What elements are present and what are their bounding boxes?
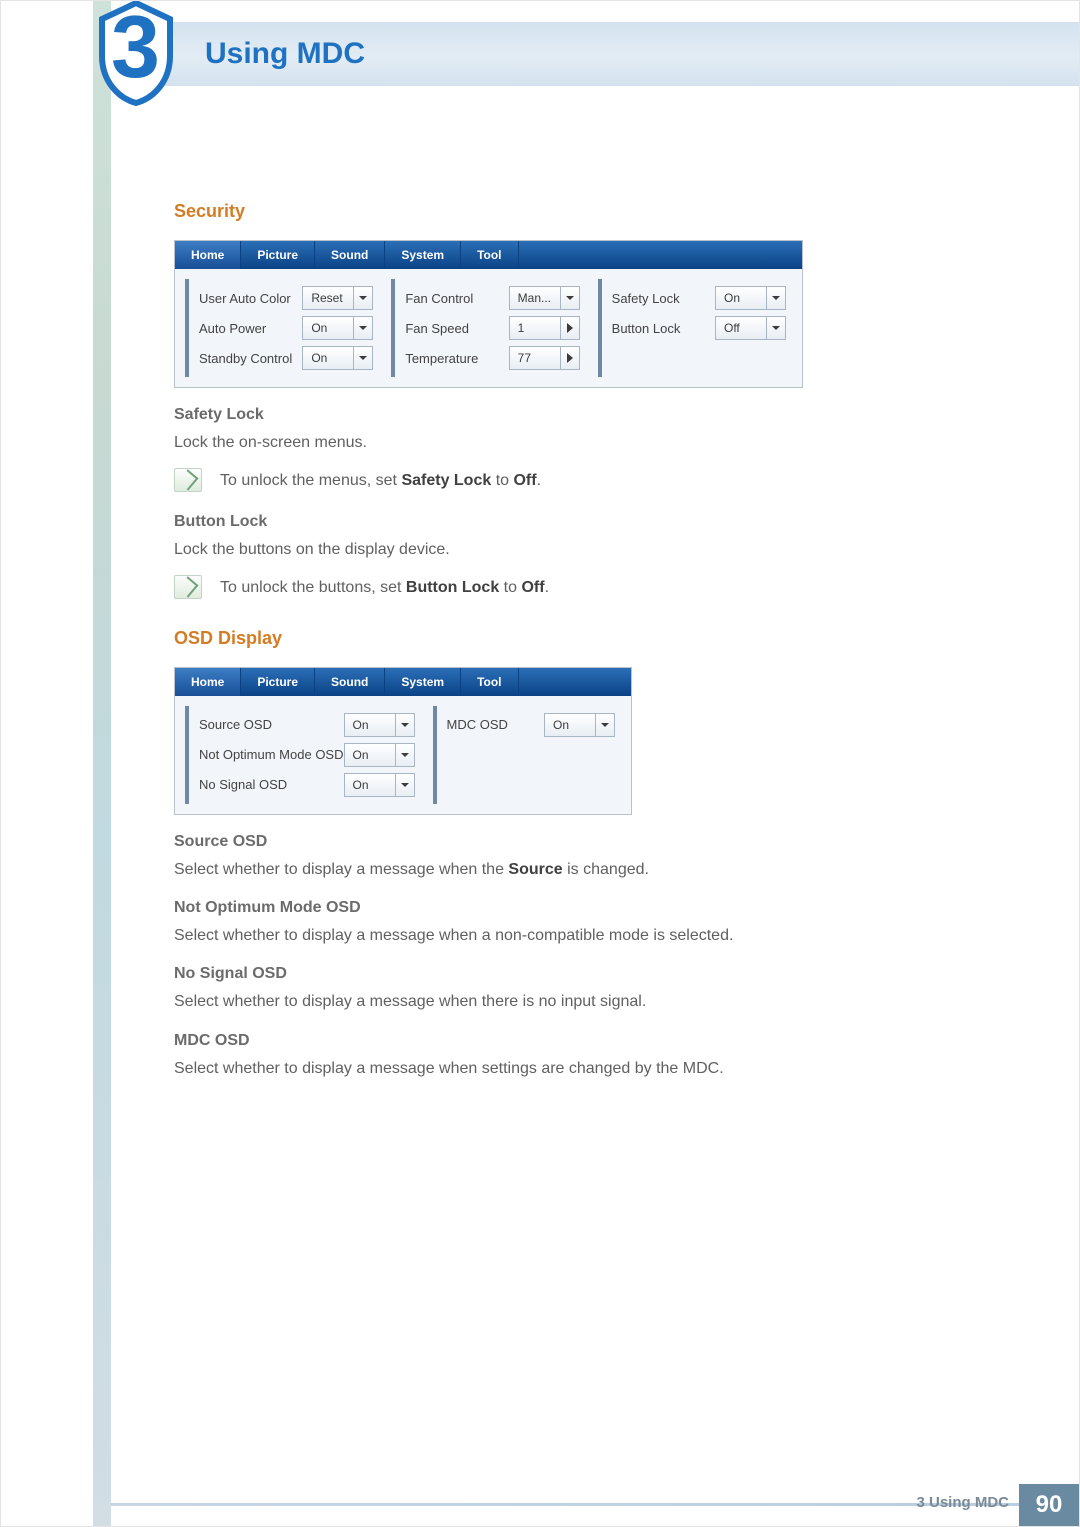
- standby-control-dropdown[interactable]: On: [302, 346, 373, 370]
- tab-tool[interactable]: Tool: [461, 241, 518, 269]
- safety-lock-note: To unlock the menus, set Safety Lock to …: [174, 468, 979, 494]
- safety-lock-desc: Lock the on-screen menus.: [174, 432, 979, 454]
- label-no-signal-osd: No Signal OSD: [199, 777, 287, 792]
- chevron-down-icon: [395, 774, 414, 796]
- chevron-down-icon: [560, 287, 579, 309]
- tab-system[interactable]: System: [385, 668, 461, 696]
- chevron-down-icon: [766, 317, 785, 339]
- no-signal-osd-dropdown[interactable]: On: [344, 773, 415, 797]
- chevron-down-icon: [766, 287, 785, 309]
- content-area: Security Home Picture Sound System Tool …: [174, 201, 979, 1094]
- no-signal-osd-desc: Select whether to display a message when…: [174, 991, 979, 1013]
- osd-group-left: Source OSD On Not Optimum Mode OSD On No…: [185, 706, 421, 804]
- chevron-down-icon: [595, 714, 614, 736]
- fan-speed-stepper[interactable]: 1: [509, 316, 580, 340]
- mdc-osd-desc: Select whether to display a message when…: [174, 1058, 979, 1080]
- panel-tabs: Home Picture Sound System Tool: [175, 241, 802, 269]
- label-temperature: Temperature: [405, 351, 478, 366]
- panel-tabs: Home Picture Sound System Tool: [175, 668, 631, 696]
- not-optimum-osd-dropdown[interactable]: On: [344, 743, 415, 767]
- tab-home[interactable]: Home: [175, 241, 241, 269]
- chevron-down-icon: [395, 714, 414, 736]
- chevron-down-icon: [353, 287, 372, 309]
- button-lock-note-text: To unlock the buttons, set Button Lock t…: [220, 577, 549, 599]
- button-lock-dropdown[interactable]: Off: [715, 316, 786, 340]
- page-number: 90: [1019, 1484, 1079, 1526]
- chevron-right-icon: [560, 317, 579, 339]
- tab-system[interactable]: System: [385, 241, 461, 269]
- security-panel-body: User Auto Color Reset Auto Power On Stan…: [175, 269, 802, 387]
- label-mdc-osd: MDC OSD: [447, 717, 508, 732]
- sub-heading-no-signal-osd: No Signal OSD: [174, 965, 979, 983]
- not-optimum-osd-desc: Select whether to display a message when…: [174, 925, 979, 947]
- osd-panel: Home Picture Sound System Tool Source OS…: [174, 667, 632, 815]
- tab-sound[interactable]: Sound: [315, 241, 385, 269]
- label-auto-power: Auto Power: [199, 321, 266, 336]
- chevron-down-icon: [353, 317, 372, 339]
- auto-power-dropdown[interactable]: On: [302, 316, 373, 340]
- sub-heading-source-osd: Source OSD: [174, 833, 979, 851]
- source-osd-desc: Select whether to display a message when…: [174, 859, 979, 881]
- footer: 3 Using MDC 90: [1, 1478, 1079, 1526]
- panel-group-3: Safety Lock On Button Lock Off: [598, 279, 792, 377]
- temperature-stepper[interactable]: 77: [509, 346, 580, 370]
- panel-group-2: Fan Control Man... Fan Speed 1 Temperatu…: [391, 279, 585, 377]
- fan-control-dropdown[interactable]: Man...: [509, 286, 580, 310]
- label-user-auto-color: User Auto Color: [199, 291, 291, 306]
- page: Using MDC 3 Security Home Picture Sound …: [0, 0, 1080, 1527]
- note-icon: [174, 575, 202, 599]
- label-source-osd: Source OSD: [199, 717, 272, 732]
- note-icon: [174, 468, 202, 492]
- label-button-lock: Button Lock: [612, 321, 681, 336]
- footer-text: 3 Using MDC: [916, 1494, 1009, 1511]
- mdc-osd-dropdown[interactable]: On: [544, 713, 615, 737]
- tab-picture[interactable]: Picture: [241, 241, 315, 269]
- section-heading-osd: OSD Display: [174, 628, 979, 649]
- label-safety-lock: Safety Lock: [612, 291, 680, 306]
- tab-picture[interactable]: Picture: [241, 668, 315, 696]
- security-panel: Home Picture Sound System Tool User Auto…: [174, 240, 803, 388]
- safety-lock-note-text: To unlock the menus, set Safety Lock to …: [220, 470, 541, 492]
- chapter-header: Using MDC: [110, 22, 1079, 86]
- safety-lock-dropdown[interactable]: On: [715, 286, 786, 310]
- user-auto-color-dropdown[interactable]: Reset: [302, 286, 373, 310]
- panel-group-1: User Auto Color Reset Auto Power On Stan…: [185, 279, 379, 377]
- chapter-title: Using MDC: [205, 37, 365, 71]
- osd-group-right: MDC OSD On: [433, 706, 622, 804]
- sub-heading-button-lock: Button Lock: [174, 513, 979, 531]
- sub-heading-mdc-osd: MDC OSD: [174, 1032, 979, 1050]
- section-heading-security: Security: [174, 201, 979, 222]
- chevron-down-icon: [353, 347, 372, 369]
- label-fan-control: Fan Control: [405, 291, 473, 306]
- chevron-right-icon: [560, 347, 579, 369]
- button-lock-desc: Lock the buttons on the display device.: [174, 539, 979, 561]
- chapter-number: 3: [111, 0, 160, 98]
- sub-heading-safety-lock: Safety Lock: [174, 406, 979, 424]
- tab-sound[interactable]: Sound: [315, 668, 385, 696]
- button-lock-note: To unlock the buttons, set Button Lock t…: [174, 575, 979, 601]
- sub-heading-not-optimum-osd: Not Optimum Mode OSD: [174, 899, 979, 917]
- chevron-down-icon: [395, 744, 414, 766]
- osd-panel-body: Source OSD On Not Optimum Mode OSD On No…: [175, 696, 631, 814]
- label-standby-control: Standby Control: [199, 351, 292, 366]
- tab-home[interactable]: Home: [175, 668, 241, 696]
- label-fan-speed: Fan Speed: [405, 321, 469, 336]
- side-gradient-bar: [93, 1, 111, 1526]
- source-osd-dropdown[interactable]: On: [344, 713, 415, 737]
- label-not-optimum-osd: Not Optimum Mode OSD: [199, 747, 344, 762]
- tab-tool[interactable]: Tool: [461, 668, 518, 696]
